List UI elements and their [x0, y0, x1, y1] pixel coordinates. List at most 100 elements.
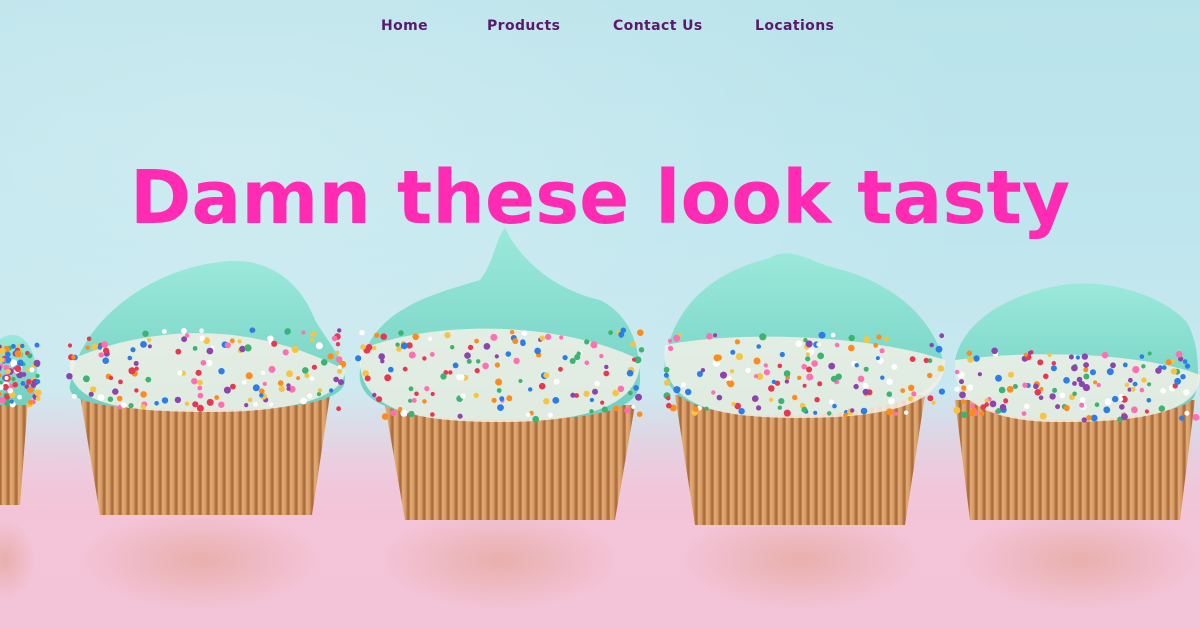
sprinkle-dot [300, 397, 307, 405]
sprinkle-dot [816, 342, 821, 347]
sprinkle-dot [715, 354, 722, 361]
sprinkle-dot [229, 338, 235, 344]
sprinkle-dot [604, 364, 609, 370]
sprinkle-dot [304, 373, 310, 379]
sprinkle-dot [329, 388, 334, 393]
nav-contact-us-link[interactable]: Contact Us [607, 16, 709, 36]
sprinkle-dot [408, 386, 414, 392]
sprinkle-dot [1182, 359, 1188, 364]
sprinkle-dot [792, 394, 798, 401]
sprinkle-dot [494, 354, 499, 359]
sprinkle-dot [1132, 366, 1140, 374]
sprinkle-dot [1052, 387, 1058, 393]
sprinkle-dot [1184, 410, 1190, 416]
sprinkle-dot [199, 328, 204, 334]
nav-products-link[interactable]: Products [481, 16, 566, 36]
sprinkle-dot [954, 386, 960, 392]
sprinkle-dot [458, 374, 465, 381]
sprinkle-dot [316, 392, 322, 397]
sprinkle-dot [506, 395, 513, 402]
sprinkle-dot [532, 415, 539, 423]
sprinkle-dot [704, 406, 709, 411]
sprinkle-dot [753, 374, 759, 379]
sprinkle-dot [1160, 388, 1166, 394]
sprinkle-dot [412, 333, 420, 341]
sprinkle-dot [601, 406, 608, 413]
sprinkle-dot [291, 346, 299, 353]
sprinkle-dot [505, 351, 512, 357]
sprinkle-dot [102, 357, 109, 365]
sprinkle-dot [400, 342, 408, 350]
sprinkle-dot [1147, 382, 1152, 387]
sprinkle-dot [214, 395, 220, 400]
sprinkle-dot [464, 352, 471, 359]
sprinkle-dot [1144, 409, 1149, 414]
sprinkle-dot [558, 366, 563, 372]
sprinkle-dot [1071, 364, 1078, 372]
sprinkle-dot [400, 409, 408, 417]
sprinkle-dot [184, 333, 190, 338]
sprinkle-dot [278, 385, 285, 392]
sprinkle-dot [482, 362, 489, 370]
sprinkle-dot [402, 366, 408, 372]
sprinkle-dot [608, 330, 613, 336]
sprinkle-dot [320, 359, 328, 366]
sprinkle-dot [1094, 402, 1100, 408]
sprinkle-dot [626, 369, 634, 377]
sprinkle-dot [35, 379, 41, 385]
sprinkle-dot [589, 409, 594, 414]
sprinkle-dot [1141, 377, 1147, 383]
sprinkle-dot [1121, 413, 1128, 421]
sprinkle-dot [422, 399, 427, 404]
sprinkle-dot [1158, 405, 1166, 412]
sprinkle-dot [1049, 393, 1056, 400]
sprinkle-dot [1083, 373, 1090, 380]
sprinkle-dot [495, 378, 503, 386]
sprinkle-dot [594, 380, 600, 387]
sprinkle-dot [1038, 395, 1044, 401]
sprinkle-dot [756, 344, 761, 349]
sprinkle-dot [857, 375, 865, 383]
sprinkle-dot [1146, 398, 1152, 403]
sprinkle-dot [520, 339, 526, 345]
sprinkle-dot [218, 368, 225, 375]
sprinkle-dot [673, 334, 681, 342]
sprinkle-dot [365, 344, 373, 351]
sprinkle-dot [553, 378, 560, 385]
sprinkle-dot [713, 333, 718, 338]
sprinkle-dot [444, 332, 451, 339]
sprinkle-dot [237, 339, 242, 344]
sprinkle-dot [154, 401, 159, 406]
sprinkle-dot [848, 334, 855, 342]
sprinkle-dot [1075, 355, 1080, 360]
sprinkle-dot [631, 404, 636, 409]
sprinkle-dot [1081, 417, 1088, 423]
sprinkle-dot [1022, 382, 1028, 388]
sprinkle-dot [184, 401, 190, 407]
sprinkle-dot [1106, 368, 1114, 376]
sprinkle-dot [1072, 381, 1077, 386]
sprinkle-dot [961, 385, 967, 391]
sprinkle-dot [908, 384, 915, 391]
sprinkle-dot [452, 362, 459, 369]
sprinkle-dot [711, 390, 716, 395]
sprinkle-dot [271, 340, 278, 347]
nav-home-link[interactable]: Home [375, 16, 434, 36]
sprinkle-dot [817, 352, 825, 360]
sprinkle-dot [1039, 412, 1047, 420]
sprinkle-dot [474, 338, 479, 344]
sprinkle-dot [1130, 386, 1136, 392]
sprinkle-dot [9, 399, 14, 404]
sprinkle-dot [960, 411, 968, 418]
sprinkle-dot [200, 360, 207, 366]
sprinkle-dot [1079, 397, 1086, 403]
sprinkle-dot [286, 370, 293, 378]
sprinkle-dot [302, 367, 309, 374]
cupcake-3 [664, 253, 945, 610]
nav-locations-link[interactable]: Locations [749, 16, 840, 36]
sprinkle-dot [460, 393, 466, 399]
sprinkle-dot [1104, 398, 1112, 406]
sprinkle-dot [252, 384, 260, 392]
sprinkle-dot [309, 338, 315, 343]
sprinkle-dot [247, 397, 253, 403]
